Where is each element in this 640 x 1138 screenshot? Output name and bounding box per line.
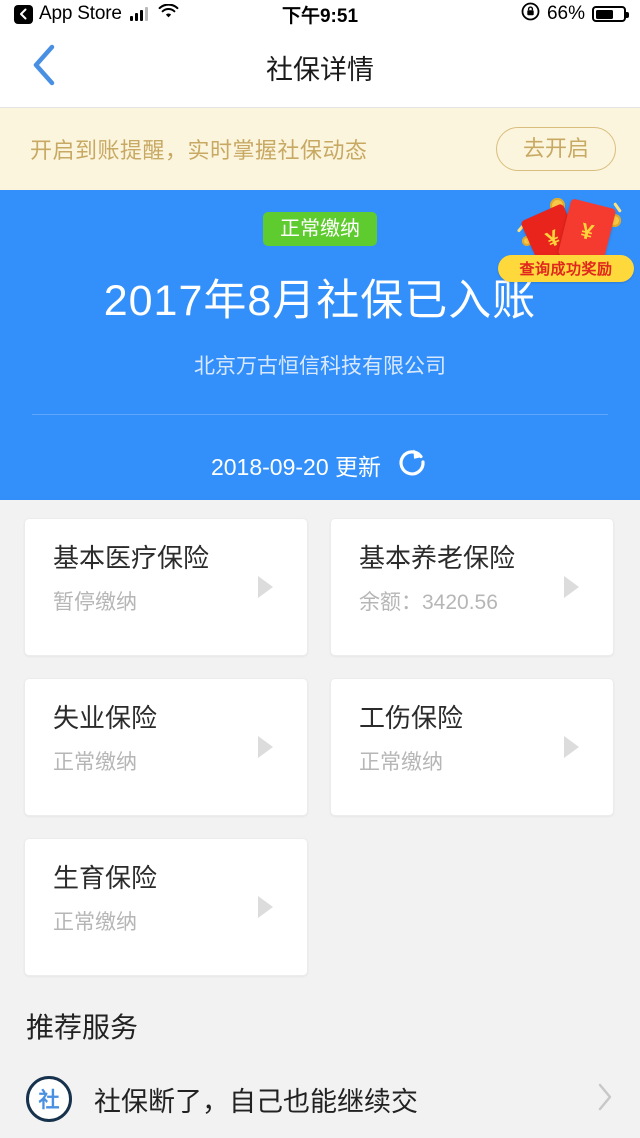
chevron-left-icon: [31, 44, 57, 91]
social-insurance-hero: ¥ ¥ 查询成功奖励 正常缴纳 2017年8月社保已入账 北京万古恒信科技有限公…: [0, 190, 640, 500]
signal-bars-icon: [129, 7, 148, 21]
reminder-banner-text: 开启到账提醒，实时掌握社保动态: [30, 138, 368, 163]
insurance-card-title: 生育保险: [53, 863, 158, 893]
refresh-icon[interactable]: [395, 445, 429, 485]
rotation-lock-icon: [521, 2, 540, 26]
list-item-label: 社保断了，自己也能继续交: [94, 1086, 418, 1117]
chevron-right-icon: [258, 896, 273, 918]
social-insurance-icon: 社: [26, 1076, 72, 1122]
company-name: 北京万古恒信科技有限公司: [194, 355, 446, 378]
page-title: 社保详情: [266, 55, 374, 85]
reward-sticker[interactable]: ¥ ¥ 查询成功奖励: [498, 192, 634, 282]
phone-screen: App Store 下午9:51 66% 社保详情 开启到账提醒，实时掌握社保动…: [0, 0, 640, 1138]
reward-sticker-label: 查询成功奖励: [498, 255, 634, 282]
nav-bar: 社保详情: [0, 28, 640, 108]
wifi-icon: [158, 3, 179, 24]
status-bar-left: App Store: [14, 3, 179, 25]
chevron-right-icon: [564, 576, 579, 598]
chevron-right-icon: [258, 736, 273, 758]
battery-icon: [592, 6, 629, 22]
status-bar-app-name[interactable]: App Store: [39, 3, 122, 25]
insurance-card-title: 基本医疗保险: [53, 543, 210, 573]
chevron-right-icon: [564, 736, 579, 758]
update-date-label: 2018-09-20 更新: [210, 454, 382, 480]
status-bar: App Store 下午9:51 66%: [0, 0, 640, 28]
list-item[interactable]: 社 社保断了，自己也能继续交: [26, 1076, 614, 1122]
insurance-card-grid: 基本医疗保险 暂停缴纳 基本养老保险 余额：3420.56 失业保险 正常缴纳 …: [0, 500, 640, 976]
status-bar-right: 66%: [521, 2, 629, 26]
recommended-services-title: 推荐服务: [26, 1012, 139, 1043]
insurance-card[interactable]: 失业保险 正常缴纳: [24, 678, 308, 816]
hero-divider: [32, 414, 608, 415]
chevron-right-icon: [596, 1082, 614, 1117]
battery-percent-label: 66%: [546, 3, 585, 24]
chevron-right-icon: [258, 576, 273, 598]
reminder-banner[interactable]: 开启到账提醒，实时掌握社保动态 去开启: [0, 108, 640, 190]
recommended-services-list: 社 社保断了，自己也能继续交: [26, 1076, 614, 1122]
insurance-card-title: 工伤保险: [359, 703, 464, 733]
insurance-card[interactable]: 基本医疗保险 暂停缴纳: [24, 518, 308, 656]
status-badge: 正常缴纳: [263, 212, 377, 246]
insurance-card-title: 基本养老保险: [359, 543, 516, 573]
insurance-card[interactable]: 生育保险 正常缴纳: [24, 838, 308, 976]
insurance-card[interactable]: 基本养老保险 余额：3420.56: [330, 518, 614, 656]
insurance-card-title: 失业保险: [53, 703, 158, 733]
back-button[interactable]: [22, 44, 66, 91]
recommended-services-section: 推荐服务 社 社保断了，自己也能继续交: [0, 1006, 640, 1122]
insurance-card[interactable]: 工伤保险 正常缴纳: [330, 678, 614, 816]
update-row[interactable]: 2018-09-20 更新: [0, 445, 640, 485]
back-badge-icon[interactable]: [14, 4, 33, 24]
enable-reminder-button[interactable]: 去开启: [495, 127, 616, 171]
